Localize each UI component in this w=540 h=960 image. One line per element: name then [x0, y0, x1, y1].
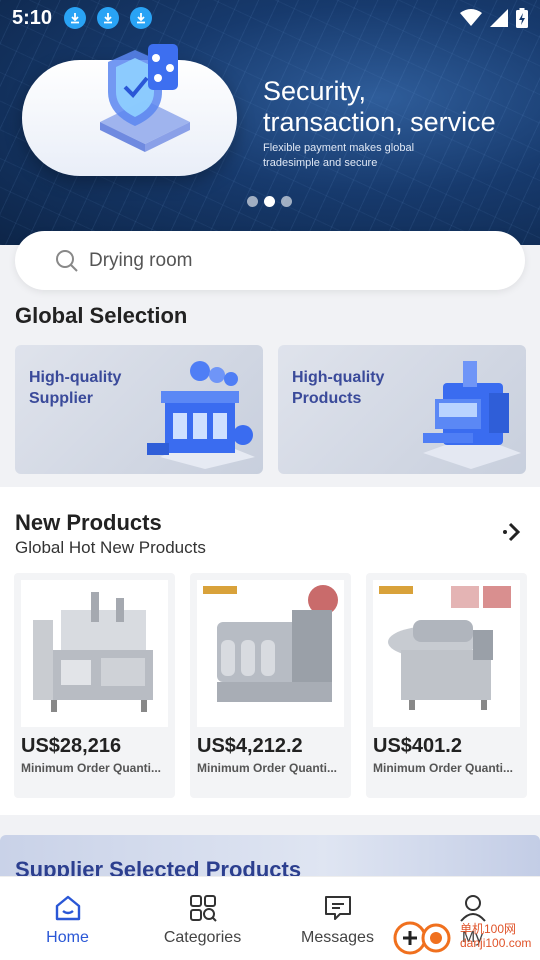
product-image [197, 580, 344, 727]
battery-icon [516, 8, 528, 28]
card-label: High-quality Products [292, 369, 385, 407]
section-subtitle: Global Hot New Products [15, 538, 206, 557]
watermark-line: danji100.com [460, 936, 532, 950]
promo-banner[interactable]: 5:10 Security, transaction, service Flex… [0, 0, 540, 245]
product-moq: Minimum Order Quanti... [21, 761, 162, 775]
packing-machine-image [33, 592, 153, 712]
site-watermark: 单机100网 danji100.com [392, 916, 531, 956]
card-high-quality-products[interactable]: High-quality Products [278, 345, 526, 474]
carousel-dot-active[interactable] [264, 196, 275, 207]
product-price: US$401.2 [373, 735, 462, 757]
tab-categories[interactable]: Categories [135, 877, 270, 960]
security-shield-illustration [100, 44, 190, 152]
product-price: US$4,212.2 [197, 735, 303, 757]
banner-title: Security, transaction, service [263, 76, 496, 138]
vacuum-mixer-image [203, 585, 338, 702]
download-notification-icon [64, 7, 87, 29]
banner-title-line: transaction, service [263, 107, 496, 137]
banner-title-line: Security, [263, 76, 367, 106]
search-icon [56, 249, 78, 272]
watermark-line: 单机100网 [460, 922, 517, 936]
chevron-right-icon[interactable] [502, 521, 522, 543]
card-high-quality-supplier[interactable]: High-quality Supplier [15, 345, 263, 474]
categories-icon [189, 895, 217, 922]
wifi-icon [460, 9, 482, 26]
product-image [373, 580, 520, 727]
messages-icon [324, 896, 351, 920]
carousel-dot[interactable] [247, 196, 258, 207]
tab-label: Home [46, 929, 89, 946]
status-bar: 5:10 [0, 0, 540, 36]
product-card[interactable]: US$401.2 Minimum Order Quanti... [366, 573, 527, 798]
product-card[interactable]: US$4,212.2 Minimum Order Quanti... [190, 573, 351, 798]
carousel-indicator [247, 196, 292, 207]
section-title-global-selection: Global Selection [15, 303, 188, 328]
home-icon [55, 895, 80, 921]
status-time: 5:10 [12, 6, 53, 29]
bowl-cutter-image [379, 586, 511, 710]
carousel-dot[interactable] [281, 196, 292, 207]
new-products-section: New Products Global Hot New Products US$… [0, 487, 540, 815]
tab-home[interactable]: Home [0, 877, 135, 960]
download-notification-icon [130, 7, 153, 29]
banner-subtitle: Flexible payment makes global tradesimpl… [263, 142, 415, 169]
product-card[interactable]: US$28,216 Minimum Order Quanti... [14, 573, 175, 798]
search-bar[interactable]: Drying room [15, 231, 525, 290]
download-notification-icon [97, 7, 120, 29]
watermark-logo-icon [393, 921, 451, 955]
product-image [21, 580, 168, 727]
tab-label: Categories [163, 929, 242, 946]
supplier-store-illustration [147, 361, 255, 469]
search-input[interactable]: Drying room [89, 250, 192, 272]
section-title-new-products: New Products [15, 510, 162, 535]
product-moq: Minimum Order Quanti... [197, 761, 338, 775]
product-moq: Minimum Order Quanti... [373, 761, 514, 775]
tab-messages[interactable]: Messages [270, 877, 405, 960]
watermark-text: 单机100网 danji100.com [460, 922, 531, 950]
signal-icon [490, 9, 508, 27]
card-label: High-quality Supplier [29, 369, 122, 407]
products-machine-illustration [423, 361, 521, 469]
product-price: US$28,216 [21, 735, 122, 757]
tab-label: Messages [301, 929, 374, 946]
